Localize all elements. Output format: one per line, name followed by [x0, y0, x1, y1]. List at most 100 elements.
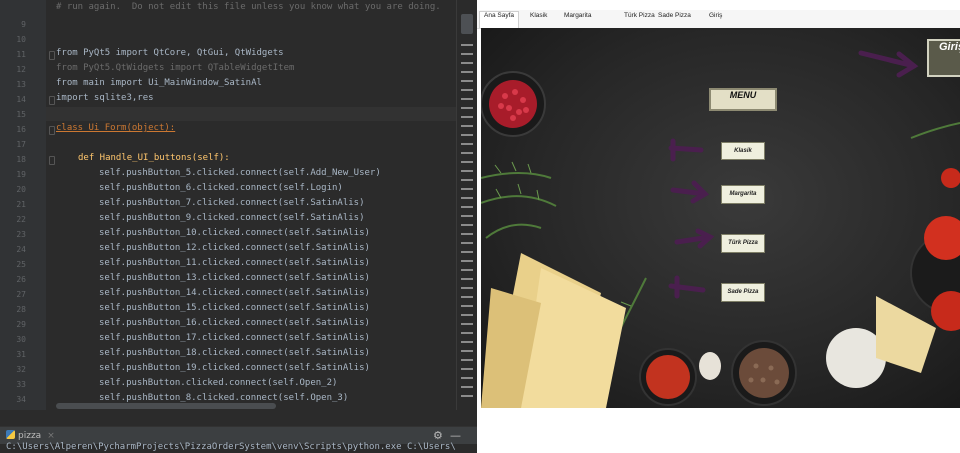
code-line[interactable]: self.pushButton_16.clicked.connect(self.… [99, 318, 370, 328]
code-line[interactable]: self.pushButton_6.clicked.connect(self.L… [99, 183, 343, 193]
minimap-mark [461, 80, 473, 82]
line-number: 26 [16, 275, 26, 284]
code-line[interactable]: self.pushButton_11.clicked.connect(self.… [99, 258, 370, 268]
scrollbar-thumb[interactable] [461, 14, 473, 34]
fold-marker-icon[interactable] [49, 126, 55, 135]
code-line[interactable]: class Ui_Form(object): [56, 123, 175, 133]
sade-pizza-button[interactable]: Sade Pizza [721, 283, 765, 302]
minimap-mark [461, 98, 473, 100]
run-tab-label: pizza [18, 431, 42, 441]
code-line[interactable]: self.pushButton_9.clicked.connect(self.S… [99, 213, 365, 223]
minimap-mark [461, 359, 473, 361]
code-line[interactable]: self.pushButton.clicked.connect(self.Ope… [99, 378, 337, 388]
tab-giris[interactable]: Giriş [705, 12, 726, 26]
line-number: 9 [21, 20, 26, 29]
current-line-highlight [46, 107, 456, 121]
line-number: 27 [16, 290, 26, 299]
window-bottom-area [477, 408, 960, 453]
line-number: 14 [16, 95, 26, 104]
fold-marker-icon[interactable] [49, 51, 55, 60]
line-number: 31 [16, 350, 26, 359]
code-line[interactable]: from PyQt5 import QtCore, QtGui, QtWidge… [56, 48, 284, 58]
fold-marker-icon[interactable] [49, 156, 55, 165]
minimap-mark [461, 71, 473, 73]
line-number: 12 [16, 65, 26, 74]
code-line[interactable]: self.pushButton_18.clicked.connect(self.… [99, 348, 370, 358]
line-number: 17 [16, 140, 26, 149]
line-number: 30 [16, 335, 26, 344]
minimap-mark [461, 62, 473, 64]
code-line[interactable]: self.pushButton_12.clicked.connect(self.… [99, 243, 370, 253]
margarita-button[interactable]: Margarita [721, 185, 765, 204]
code-line[interactable]: self.pushButton_17.clicked.connect(self.… [99, 333, 370, 343]
line-number: 19 [16, 170, 26, 179]
minimap-mark [461, 143, 473, 145]
code-line[interactable]: from main import Ui_MainWindow_SatinAl [56, 78, 262, 88]
code-line[interactable]: self.pushButton_10.clicked.connect(self.… [99, 228, 370, 238]
line-number: 33 [16, 380, 26, 389]
line-number: 11 [16, 50, 26, 59]
run-tab[interactable]: pizza × [6, 430, 55, 441]
line-number: 34 [16, 395, 26, 404]
python-icon [6, 430, 15, 439]
minimap-mark [461, 179, 473, 181]
line-number: 32 [16, 365, 26, 374]
code-line[interactable]: self.pushButton_7.clicked.connect(self.S… [99, 198, 365, 208]
horizontal-scrollbar[interactable] [56, 403, 276, 409]
line-number: 13 [16, 80, 26, 89]
line-number: 29 [16, 320, 26, 329]
line-number: 21 [16, 200, 26, 209]
fold-marker-icon[interactable] [49, 96, 55, 105]
minimap-mark [461, 395, 473, 397]
code-line[interactable]: from PyQt5.QtWidgets import QTableWidget… [56, 63, 294, 73]
tab-sade-pizza[interactable]: Sade Pizza [654, 12, 695, 26]
code-line[interactable]: self.pushButton_14.clicked.connect(self.… [99, 288, 370, 298]
line-number: 15 [16, 110, 26, 119]
code-line[interactable]: import sqlite3,res [56, 93, 154, 103]
klasik-button[interactable]: Klasik [721, 142, 765, 160]
line-number: 10 [16, 35, 26, 44]
minimap-mark [461, 152, 473, 154]
editor-scrollbar[interactable] [456, 0, 477, 410]
tab-turk-pizza[interactable]: Türk Pizza [620, 12, 659, 26]
minimap-mark [461, 206, 473, 208]
tab-margarita[interactable]: Margarita [560, 12, 595, 26]
minimap-mark [461, 233, 473, 235]
minimap-mark [461, 350, 473, 352]
minimap-mark [461, 215, 473, 217]
line-number: 25 [16, 260, 26, 269]
tab-ana-sayfa[interactable]: Ana Sayfa [479, 11, 519, 28]
minimap-mark [461, 269, 473, 271]
code-line[interactable]: self.pushButton_13.clicked.connect(self.… [99, 273, 370, 283]
line-number: 18 [16, 155, 26, 164]
close-icon[interactable]: × [47, 431, 55, 441]
minimize-icon[interactable]: — [450, 429, 461, 442]
minimap-mark [461, 377, 473, 379]
gear-icon[interactable]: ⚙ [433, 429, 443, 442]
minimap-mark [461, 323, 473, 325]
minimap-mark [461, 161, 473, 163]
tab-klasik[interactable]: Klasik [526, 12, 551, 26]
line-number-gutter: 9 10 11 12 13 14 15 16 17 18 19 20 21 22… [0, 0, 46, 410]
line-number: 24 [16, 245, 26, 254]
code-line[interactable]: self.pushButton_8.clicked.connect(self.O… [99, 393, 348, 403]
line-number: 16 [16, 125, 26, 134]
giris-button[interactable]: Giriş [927, 39, 960, 77]
minimap-mark [461, 197, 473, 199]
code-comment-line: # run again. Do not edit this file unles… [56, 2, 441, 12]
code-line[interactable]: self.pushButton_19.clicked.connect(self.… [99, 363, 370, 373]
turk-pizza-button[interactable]: Türk Pizza [721, 234, 765, 253]
minimap-mark [461, 170, 473, 172]
minimap-mark [461, 287, 473, 289]
line-number: 23 [16, 230, 26, 239]
run-command-text: C:\Users\Alperen\PycharmProjects\PizzaOr… [6, 442, 456, 452]
line-number: 22 [16, 215, 26, 224]
code-line[interactable]: self.pushButton_15.clicked.connect(self.… [99, 303, 370, 313]
tab-bar: Ana Sayfa Klasik Margarita Türk Pizza Sa… [477, 10, 960, 29]
code-line[interactable]: self.pushButton_5.clicked.connect(self.A… [99, 168, 381, 178]
line-number: 20 [16, 185, 26, 194]
minimap-mark [461, 188, 473, 190]
minimap-mark [461, 332, 473, 334]
minimap-mark [461, 314, 473, 316]
code-line[interactable]: def Handle_UI_buttons(self): [78, 153, 230, 163]
